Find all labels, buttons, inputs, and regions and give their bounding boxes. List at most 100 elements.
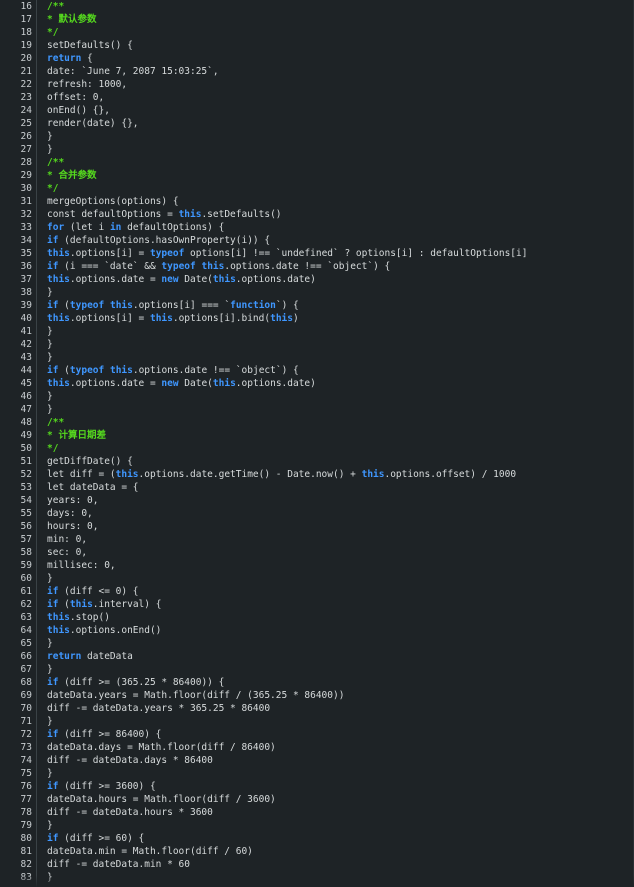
code-area[interactable]: /** * 默认参数 */setDefaults() {return {date: … (37, 0, 634, 887)
code-line[interactable]: getDiffDate() { (47, 455, 634, 468)
code-token: (diff >= 3600) { (58, 781, 156, 792)
code-line[interactable]: refresh: 1000, (47, 78, 634, 91)
code-line[interactable]: } (47, 572, 634, 585)
code-line[interactable]: dateData.days = Math.floor(diff / 86400) (47, 741, 634, 754)
line-number: 81 (20, 846, 32, 857)
line-number: 30 (20, 183, 32, 194)
code-token: dateData.days = Math.floor(diff / 86400) (47, 742, 276, 753)
code-line[interactable]: } (47, 663, 634, 676)
line-number: 47 (20, 404, 32, 415)
code-token: .options.date !== `object`) { (224, 261, 391, 272)
code-line[interactable]: } (47, 286, 634, 299)
code-line[interactable]: diff -= dateData.days * 86400 (47, 754, 634, 767)
code-line[interactable]: diff -= dateData.hours * 3600 (47, 806, 634, 819)
code-line[interactable]: * 计算日期差 (47, 429, 634, 442)
code-line[interactable]: return dateData (47, 650, 634, 663)
code-line[interactable]: } (47, 325, 634, 338)
code-line[interactable]: date: `June 7, 2087 15:03:25`, (47, 65, 634, 78)
line-number: 43 (20, 352, 32, 363)
keyword-token: this (47, 612, 70, 623)
code-line[interactable]: let dateData = { (47, 481, 634, 494)
code-line[interactable]: this.options.date = new Date(this.option… (47, 377, 634, 390)
code-line[interactable]: if (diff >= 3600) { (47, 780, 634, 793)
code-line[interactable]: for (let i in defaultOptions) { (47, 221, 634, 234)
code-line[interactable]: dateData.hours = Math.floor(diff / 3600) (47, 793, 634, 806)
code-editor[interactable]: 16 17 18 19 20 21 22 23 24 25 26 27 28 29 30 31 32 33 34 35… (0, 0, 634, 887)
code-line[interactable]: return { (47, 52, 634, 65)
code-token: ( (58, 300, 70, 311)
code-line[interactable]: } (47, 871, 634, 884)
code-line[interactable]: if (typeof this.options.date !== `object… (47, 364, 634, 377)
code-line[interactable]: days: 0, (47, 507, 634, 520)
keyword-token: this (149, 313, 173, 324)
code-line[interactable]: } (47, 390, 634, 403)
code-line[interactable]: onEnd() {}, (47, 104, 634, 117)
code-token: } (47, 404, 53, 415)
code-line[interactable]: dateData.years = Math.floor(diff / (365.… (47, 689, 634, 702)
code-line[interactable]: diff -= dateData.min * 60 (47, 858, 634, 871)
code-line[interactable]: min: 0, (47, 533, 634, 546)
code-line[interactable]: } (47, 715, 634, 728)
code-line[interactable]: * 合并参数 (47, 169, 634, 182)
code-line[interactable]: /** (47, 416, 634, 429)
code-line[interactable]: diff -= dateData.years * 365.25 * 86400 (47, 702, 634, 715)
code-line[interactable]: render(date) {}, (47, 117, 634, 130)
code-line[interactable]: mergeOptions(options) { (47, 195, 634, 208)
code-line[interactable]: setDefaults() { (47, 39, 634, 52)
code-line[interactable]: /** (47, 0, 634, 13)
line-number: 45 (20, 378, 32, 389)
code-line[interactable]: } (47, 767, 634, 780)
keyword-token: if (47, 235, 59, 246)
keyword-token: if (47, 833, 59, 844)
code-line[interactable]: this.stop() (47, 611, 634, 624)
line-number: 61 (20, 586, 32, 597)
code-line[interactable]: let diff = (this.options.date.getTime() … (47, 468, 634, 481)
code-line[interactable]: } (47, 130, 634, 143)
code-line[interactable]: this.options.date = new Date(this.option… (47, 273, 634, 286)
code-line[interactable]: if (i === `date` && typeof this.options.… (47, 260, 634, 273)
code-line[interactable]: if (diff >= (365.25 * 86400)) { (47, 676, 634, 689)
comment-token: */ (47, 443, 59, 454)
keyword-token: this (212, 274, 236, 285)
code-line[interactable]: dateData.min = Math.floor(diff / 60) (47, 845, 634, 858)
code-line[interactable]: } (47, 819, 634, 832)
code-line[interactable]: hours: 0, (47, 520, 634, 533)
code-line[interactable]: } (47, 637, 634, 650)
code-line[interactable]: this.options[i] = typeof options[i] !== … (47, 247, 634, 260)
code-line[interactable]: } (47, 403, 634, 416)
code-line[interactable]: const defaultOptions = this.setDefaults(… (47, 208, 634, 221)
code-line[interactable]: if (diff <= 0) { (47, 585, 634, 598)
code-line[interactable]: if (diff >= 86400) { (47, 728, 634, 741)
code-line[interactable]: if (typeof this.options[i] === `function… (47, 299, 634, 312)
code-line[interactable]: offset: 0, (47, 91, 634, 104)
line-number: 17 (20, 14, 32, 25)
line-number: 41 (20, 326, 32, 337)
keyword-token: if (47, 599, 59, 610)
code-line[interactable]: sec: 0, (47, 546, 634, 559)
code-line[interactable]: } (47, 143, 634, 156)
code-line[interactable]: if (this.interval) { (47, 598, 634, 611)
code-line[interactable]: */ (47, 26, 634, 39)
code-token: .options[i] = (69, 248, 150, 259)
code-line[interactable]: */ (47, 182, 634, 195)
code-line[interactable]: */ (47, 442, 634, 455)
code-line[interactable]: if (diff >= 60) { (47, 832, 634, 845)
line-number: 18 (20, 27, 32, 38)
line-number: 56 (20, 521, 32, 532)
code-line[interactable]: millisec: 0, (47, 559, 634, 572)
code-token: defaultOptions) { (121, 222, 225, 233)
code-token: diff -= dateData.years * 365.25 * 86400 (47, 703, 271, 714)
code-line[interactable]: * 默认参数 (47, 13, 634, 26)
comment-token: * 默认参数 (47, 14, 97, 25)
keyword-token: if (47, 300, 59, 311)
code-line[interactable]: } (47, 351, 634, 364)
code-line[interactable]: years: 0, (47, 494, 634, 507)
keyword-token: this (109, 300, 133, 311)
line-number: 73 (20, 742, 32, 753)
code-line[interactable]: if (defaultOptions.hasOwnProperty(i)) { (47, 234, 634, 247)
code-line[interactable]: this.options.onEnd() (47, 624, 634, 637)
code-line[interactable]: } (47, 338, 634, 351)
line-number: 72 (20, 729, 32, 740)
code-line[interactable]: this.options[i] = this.options[i].bind(t… (47, 312, 634, 325)
code-line[interactable]: /** (47, 156, 634, 169)
